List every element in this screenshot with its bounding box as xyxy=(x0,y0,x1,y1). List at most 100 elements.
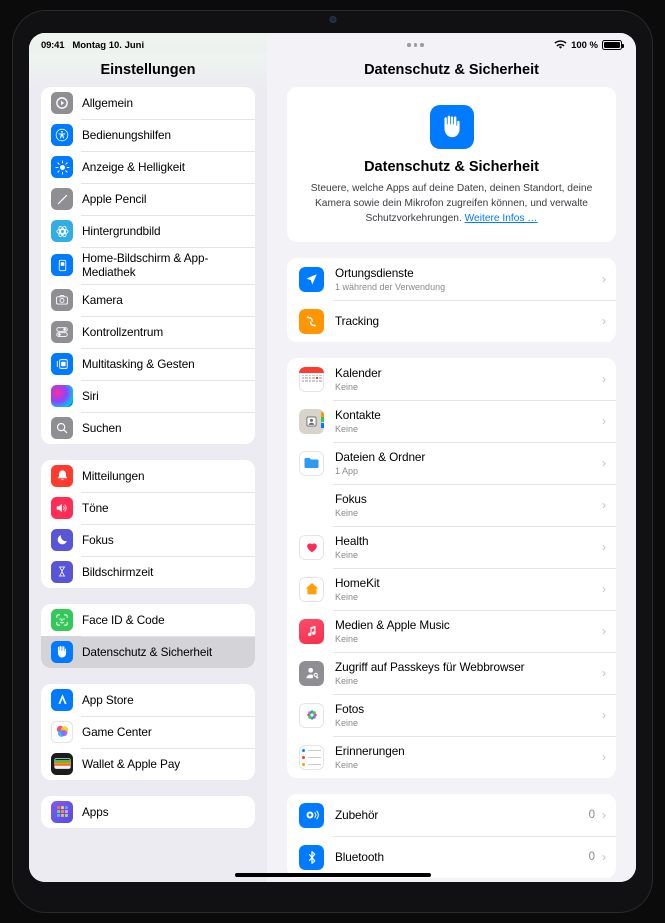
privacy-row-title: Fokus xyxy=(335,492,367,507)
contacts-icon xyxy=(299,408,324,434)
chevron-right-icon: › xyxy=(602,708,606,723)
home-indicator[interactable] xyxy=(234,872,431,877)
privacy-row-subtitle: Keine xyxy=(335,549,359,560)
hero-title: Datenschutz & Sicherheit xyxy=(364,159,539,175)
privacy-row-title: Ortungsdienste xyxy=(335,266,414,281)
sidebar-item-mitteilungen[interactable]: Mitteilungen xyxy=(41,460,255,492)
sidebar-item-label: Allgemein xyxy=(82,95,133,110)
more-info-link[interactable]: Weitere Infos … xyxy=(465,213,538,224)
sidebar-item-label: Hintergrundbild xyxy=(82,223,161,238)
detail-scroll-area[interactable]: Datenschutz & Sicherheit Steuere, welche… xyxy=(267,87,636,882)
sidebar-item-game-center[interactable]: Game Center xyxy=(41,715,255,748)
sidebar-item-apps[interactable]: Apps xyxy=(41,796,255,828)
privacy-row-subtitle: Keine xyxy=(335,507,359,518)
accessory-icon xyxy=(299,802,324,828)
detail-groups-container: Ortungsdienste 1 während der Verwendung › T… xyxy=(287,258,616,879)
sidebar-item-label: Mitteilungen xyxy=(82,468,145,483)
page-title: Datenschutz & Sicherheit xyxy=(364,62,539,78)
privacy-row-subtitle: Keine xyxy=(335,591,359,602)
privacy-row-text: Ortungsdienste 1 während der Verwendung xyxy=(335,266,602,293)
sidebar-item-label: Multitasking & Gesten xyxy=(82,356,195,371)
sidebar-item-label: Home-Bildschirm & App-Mediathek xyxy=(82,251,209,280)
ipad-screen: 09:41 Montag 10. Juni Einstellungen Allg… xyxy=(29,33,636,882)
tracking-hand-icon xyxy=(299,308,324,334)
sidebar-item-bedienungshilfen[interactable]: Bedienungshilfen xyxy=(41,119,255,151)
privacy-row-text: Zugriff auf Passkeys für Webbrowser Keine xyxy=(335,660,602,687)
sidebar-item-fokus[interactable]: Fokus xyxy=(41,523,255,556)
passkey-person-icon xyxy=(299,660,324,686)
house-icon xyxy=(299,576,324,602)
sidebar-item-label: Apps xyxy=(82,804,109,819)
privacy-row-tracking[interactable]: Tracking › xyxy=(287,300,616,342)
privacy-row-fotos[interactable]: Fotos Keine › xyxy=(287,694,616,736)
sidebar-item-apple-pencil[interactable]: Apple Pencil xyxy=(41,183,255,215)
settings-sidebar: 09:41 Montag 10. Juni Einstellungen Allg… xyxy=(29,33,267,882)
sidebar-item-wallet-apple-pay[interactable]: Wallet & Apple Pay xyxy=(41,747,255,780)
privacy-row-fokus[interactable]: Fokus Keine › xyxy=(287,484,616,526)
ipad-device: 09:41 Montag 10. Juni Einstellungen Allg… xyxy=(0,0,665,923)
sidebar-item-allgemein[interactable]: Allgemein xyxy=(41,87,255,119)
privacy-row-value: 0 xyxy=(588,809,595,822)
privacy-group: Zubehör 0 › Bluetooth 0 › xyxy=(287,794,616,879)
sidebar-item-bildschirmzeit[interactable]: Bildschirmzeit xyxy=(41,555,255,588)
privacy-group: Ortungsdienste 1 während der Verwendung › T… xyxy=(287,258,616,343)
sidebar-item-kontrollzentrum[interactable]: Kontrollzentrum xyxy=(41,315,255,348)
sidebar-group: Allgemein Bedienungshilfen Anzeige & Helli… xyxy=(41,87,255,444)
privacy-row-zugriff-auf-passkeys-für-webbrowser[interactable]: Zugriff auf Passkeys für Webbrowser Keine… xyxy=(287,652,616,694)
battery-full-icon xyxy=(602,40,624,50)
speaker-icon xyxy=(51,496,73,519)
sidebar-item-siri[interactable]: Siri xyxy=(41,379,255,412)
game-center-icon xyxy=(51,720,73,743)
privacy-row-subtitle: Keine xyxy=(335,759,359,770)
privacy-row-kalender[interactable]: Kalender Keine › xyxy=(287,358,616,400)
sidebar-item-label: Bildschirmzeit xyxy=(82,564,154,579)
privacy-row-title: Health xyxy=(335,534,369,549)
face-id-icon xyxy=(51,608,73,631)
privacy-row-dateien-ordner[interactable]: Dateien & Ordner 1 App › xyxy=(287,442,616,484)
privacy-row-text: Bluetooth xyxy=(335,850,589,865)
privacy-row-zubehör[interactable]: Zubehör 0 › xyxy=(287,794,616,836)
privacy-row-ortungsdienste[interactable]: Ortungsdienste 1 während der Verwendung › xyxy=(287,258,616,300)
chevron-right-icon: › xyxy=(602,272,606,287)
status-indicators: 100 % xyxy=(554,40,624,51)
sidebar-item-hintergrundbild[interactable]: Hintergrundbild xyxy=(41,215,255,247)
privacy-row-medien-apple-music[interactable]: Medien & Apple Music Keine › xyxy=(287,610,616,652)
sidebar-item-anzeige-helligkeit[interactable]: Anzeige & Helligkeit xyxy=(41,151,255,183)
privacy-row-title: HomeKit xyxy=(335,576,380,591)
sidebar-item-face-id-code[interactable]: Face ID & Code xyxy=(41,604,255,636)
chevron-right-icon: › xyxy=(602,372,606,387)
privacy-row-health[interactable]: Health Keine › xyxy=(287,526,616,568)
privacy-row-title: Dateien & Ordner xyxy=(335,450,426,465)
sidebar-item-multitasking-gesten[interactable]: Multitasking & Gesten xyxy=(41,347,255,380)
privacy-row-title: Tracking xyxy=(335,313,379,328)
calendar-icon xyxy=(299,366,324,392)
sidebar-title: Einstellungen xyxy=(29,53,267,87)
multitasking-dots-icon[interactable] xyxy=(407,43,424,47)
sidebar-item-app-store[interactable]: App Store xyxy=(41,684,255,716)
home-screen-icon xyxy=(51,254,73,277)
sidebar-item-töne[interactable]: Töne xyxy=(41,491,255,524)
privacy-row-erinnerungen[interactable]: Erinnerungen Keine › xyxy=(287,736,616,778)
sidebar-item-home-bildschirm-app-mediathek[interactable]: Home-Bildschirm & App-Mediathek xyxy=(41,247,255,284)
privacy-row-text: Fotos Keine xyxy=(335,702,602,729)
privacy-hero-card: Datenschutz & Sicherheit Steuere, welche… xyxy=(287,87,616,243)
sidebar-item-suchen[interactable]: Suchen xyxy=(41,411,255,444)
privacy-row-subtitle: Keine xyxy=(335,675,359,686)
privacy-row-homekit[interactable]: HomeKit Keine › xyxy=(287,568,616,610)
privacy-row-value: 0 xyxy=(588,851,595,864)
chevron-right-icon: › xyxy=(602,666,606,681)
bell-icon xyxy=(51,464,73,487)
control-center-icon xyxy=(51,320,73,343)
sidebar-item-label: App Store xyxy=(82,692,134,707)
sidebar-group: Mitteilungen Töne Fokus Bildschirmzeit xyxy=(41,459,255,588)
privacy-row-subtitle: Keine xyxy=(335,633,359,644)
sidebar-item-datenschutz-sicherheit[interactable]: Datenschutz & Sicherheit xyxy=(41,635,255,668)
sidebar-item-label: Anzeige & Helligkeit xyxy=(82,159,185,174)
sidebar-scroll-area[interactable]: Allgemein Bedienungshilfen Anzeige & Helli… xyxy=(29,87,267,882)
sidebar-item-label: Kontrollzentrum xyxy=(82,324,164,339)
privacy-row-kontakte[interactable]: Kontakte Keine › xyxy=(287,400,616,442)
apps-grid-icon xyxy=(51,800,73,823)
sidebar-item-label: Wallet & Apple Pay xyxy=(82,756,181,771)
sidebar-item-label: Game Center xyxy=(82,724,152,739)
sidebar-item-kamera[interactable]: Kamera xyxy=(41,283,255,316)
